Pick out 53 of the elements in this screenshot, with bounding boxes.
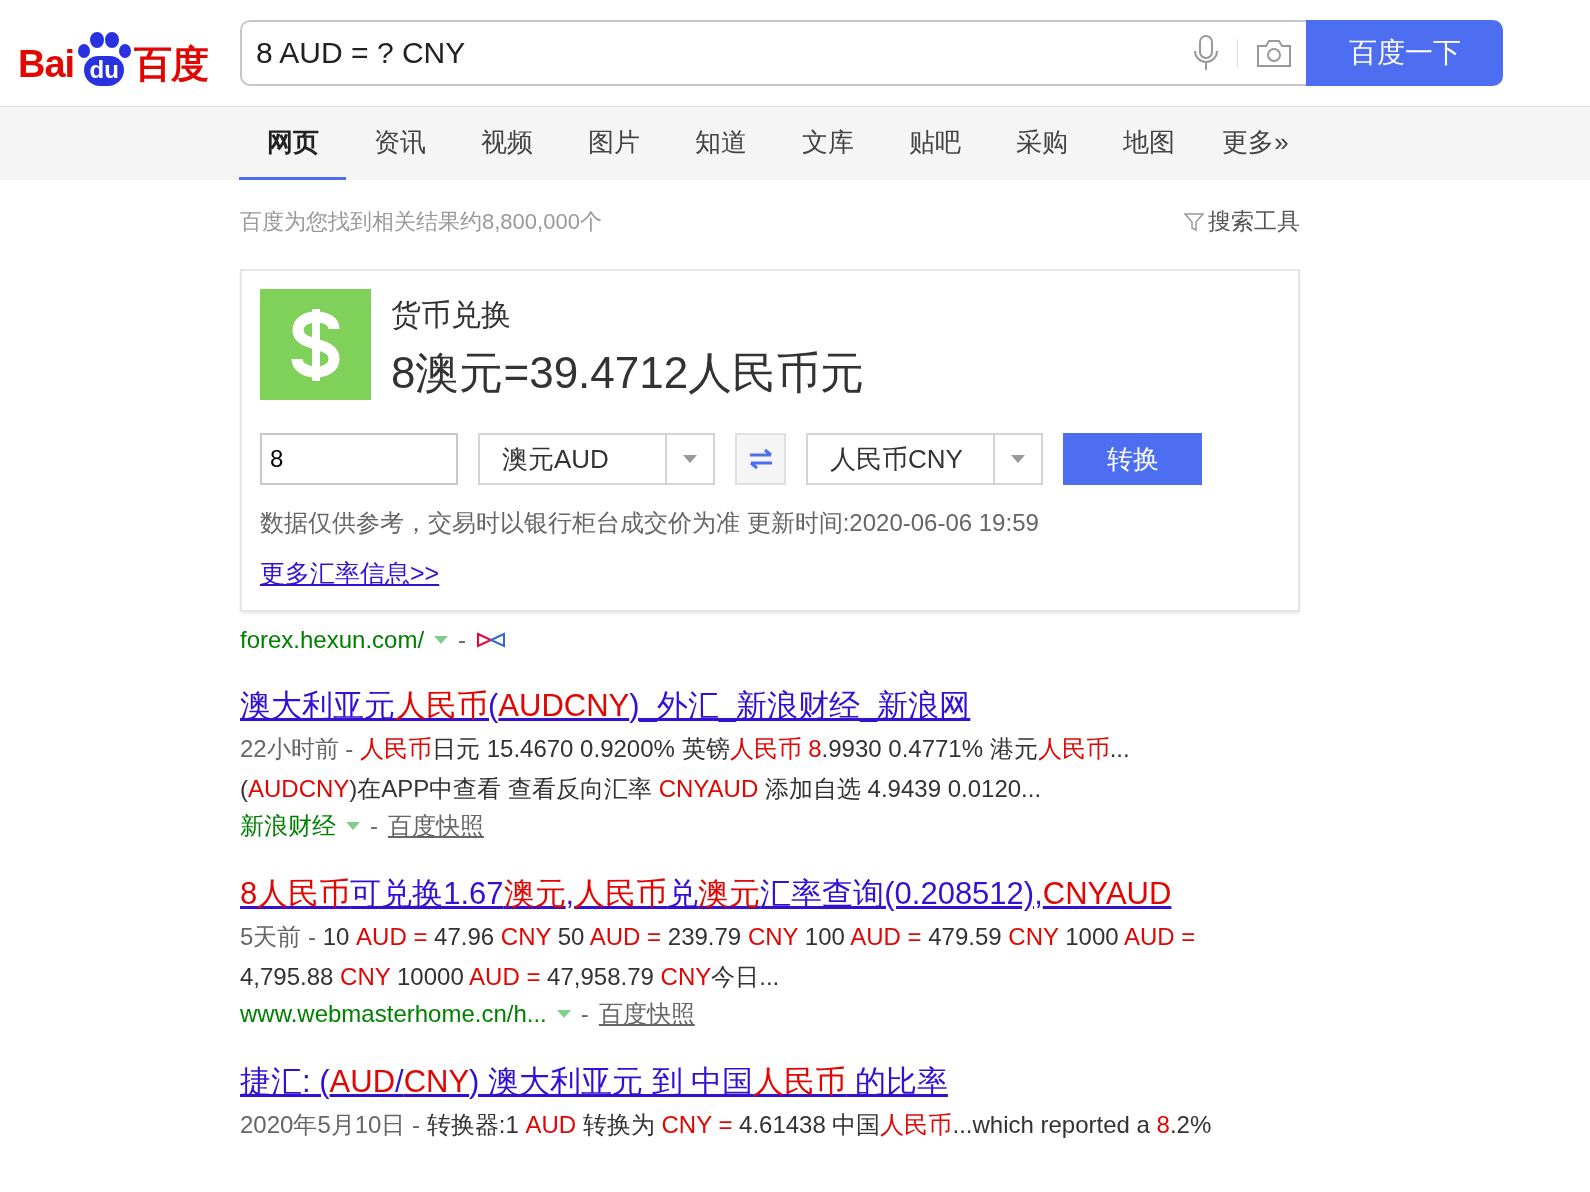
camera-icon[interactable] (1256, 38, 1292, 68)
currency-dropdown[interactable]: 人民币CNY (806, 433, 1043, 485)
nav-tab[interactable]: 贴吧 (881, 107, 988, 180)
microphone-icon[interactable] (1193, 35, 1219, 71)
result-title-link[interactable]: 澳大利亚元人民币(AUDCNY)_外汇_新浪财经_新浪网 (240, 688, 971, 724)
more-rates-link[interactable]: 更多汇率信息>> (260, 557, 440, 590)
cache-link[interactable]: 百度快照 (388, 810, 484, 842)
source-url[interactable]: www.webmasterhome.cn/h... (240, 1000, 547, 1028)
result-title-link[interactable]: 捷汇: (AUD/CNY) 澳大利亚元 到 中国人民币 的比率 (240, 1064, 948, 1100)
result-count: 百度为您找到相关结果约8,800,000个 (240, 207, 602, 236)
caret-icon (1011, 455, 1025, 463)
search-button[interactable]: 百度一下 (1306, 20, 1503, 86)
nav-tab[interactable]: 资讯 (346, 107, 453, 180)
logo-badge: du (84, 56, 124, 86)
dollar-icon (260, 289, 371, 400)
result-snippet: (AUDCNY)在APP中查看 查看反向汇率 CNYAUD 添加自选 4.9439 0.0120... (240, 774, 1043, 804)
result-snippet: 4,795.88 CNY 10000 AUD = 47,958.79 CNY今日... (240, 962, 781, 992)
dropdown-arrow-icon (434, 636, 449, 644)
nav-tab[interactable]: 更多» (1202, 107, 1309, 180)
source-url[interactable]: 新浪财经 (240, 810, 336, 842)
search-field[interactable]: 8 AUD = ? CNY (240, 20, 1306, 86)
convert-button[interactable]: 转换 (1063, 433, 1202, 485)
separator: - (370, 812, 378, 840)
currency-dropdown[interactable]: 澳元AUD (478, 433, 715, 485)
separator: - (458, 626, 467, 654)
nav-tab[interactable]: 采购 (988, 107, 1095, 180)
logo-text: Bai (18, 42, 75, 86)
swap-icon[interactable] (735, 433, 786, 485)
bowtie-icon (476, 632, 507, 648)
paw-icon (75, 32, 134, 58)
logo-text: 百度 (134, 42, 209, 86)
nav-tab[interactable]: 视频 (453, 107, 560, 180)
result-snippet: 2020年5月10日 - 转换器:1 AUD 转换为 CNY = 4.61438 中国人民币...which reported a 8.2% (240, 1110, 1213, 1140)
conversion-result: 8澳元=39.4712人民币元 (391, 347, 865, 399)
filter-icon[interactable] (1184, 211, 1204, 232)
card-title: 货币兑换 (391, 297, 512, 333)
result-snippet: 5天前 - 10 AUD = 47.96 CNY 50 AUD = 239.79 CNY 100 AUD = 479.59 CNY 1000 AUD = (240, 922, 1197, 952)
amount-field[interactable]: 8 (260, 433, 458, 485)
search-tools-link[interactable]: 搜索工具 (1208, 206, 1300, 237)
nav-tab[interactable]: 知道 (667, 107, 774, 180)
nav-tab[interactable]: 图片 (560, 107, 667, 180)
dropdown-arrow-icon (556, 1010, 571, 1018)
source-url[interactable]: forex.hexun.com/ (240, 626, 425, 654)
nav-tab[interactable]: 文库 (774, 107, 881, 180)
separator: - (580, 1000, 589, 1028)
result-title-link[interactable]: 8人民币可兑换1.67澳元,人民币兑澳元汇率查询(0.208512),CNYAUD (240, 876, 1172, 912)
dropdown-arrow-icon (346, 822, 360, 830)
result-snippet: 22小时前 - 人民币日元 15.4670 0.9200% 英镑人民币 8.9930 0.4771% 港元人民币... (240, 734, 1131, 764)
cache-link[interactable]: 百度快照 (598, 998, 695, 1030)
nav-tab[interactable]: 网页 (239, 107, 346, 180)
nav-tab[interactable]: 地图 (1095, 107, 1202, 180)
caret-icon (683, 455, 697, 463)
disclaimer-text: 数据仅供参考，交易时以银行柜台成交价为准 更新时间:2020-06-06 19:59 (260, 508, 1040, 538)
